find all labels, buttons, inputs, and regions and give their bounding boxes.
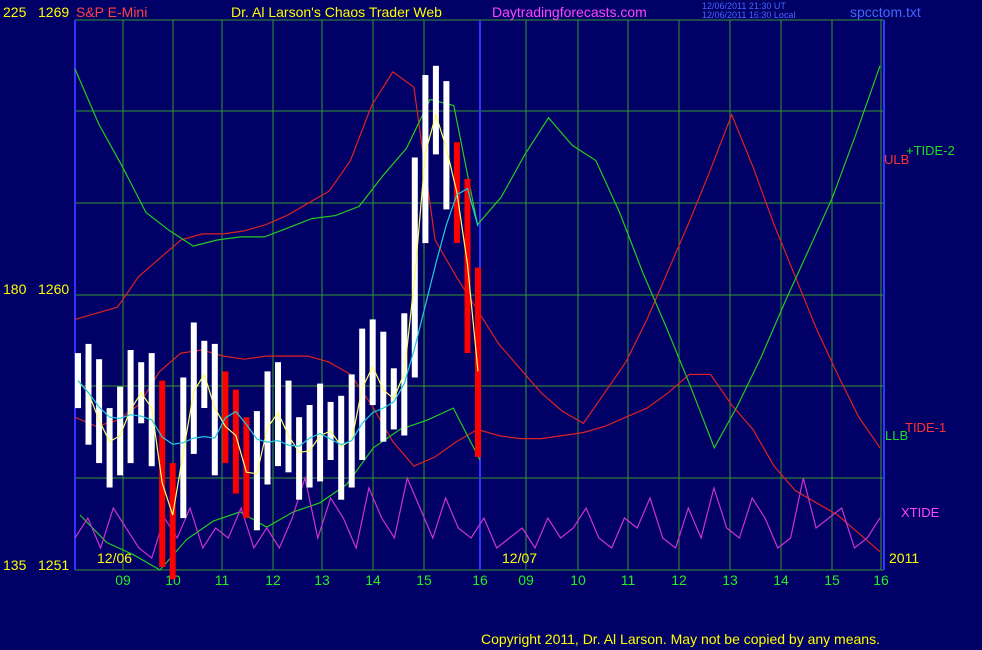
legend-llb: LLB [885,428,909,443]
left-scale-mid: 180 [3,281,27,297]
legend-tide1: TIDE-1 [905,420,947,435]
x-tick-label: 14 [773,572,789,588]
legend-xtide: XTIDE [901,505,940,520]
price-bar [211,343,218,476]
file-name: spcctom.txt [850,4,921,20]
x-tick-label: 11 [621,572,636,588]
price-bar [106,408,113,488]
x-tick-label: 16 [472,572,488,588]
xtide-line [74,475,881,560]
symbol-label: S&P E-Mini [76,4,148,20]
price-bar [296,417,303,500]
year-label: 2011 [889,550,920,566]
timestamp-local: 12/06/2011 16:30 Local [702,10,796,20]
x-tick-label: 09 [518,572,534,588]
price-bar [317,383,324,482]
x-tick-label: 12 [265,572,281,588]
price-bar [306,405,313,488]
price-bar [432,65,439,155]
price-bar [359,328,366,460]
chart-title: Dr. Al Larson's Chaos Trader Web [231,4,442,20]
price-bar [96,359,103,464]
price-bar [243,417,250,518]
x-tick-label: 10 [570,572,586,588]
left-scale-bottom: 135 [3,557,27,573]
date-left: 12/06 [97,550,133,566]
price-bar [275,362,281,467]
price-bar [159,380,166,567]
chart-canvas: 09 10 11 12 13 14 15 16 09 10 11 12 13 14 15 16 [74,19,889,588]
copyright-footer: Copyright 2011, Dr. Al Larson. May not b… [481,631,880,647]
x-tick-label: 16 [873,572,889,588]
price-bar [253,411,260,531]
left-scale-top: 225 [3,4,27,20]
price-bar [169,463,176,580]
legend-tide2: +TIDE-2 [906,143,955,158]
x-tick-label: 13 [314,572,330,588]
x-tick-label: 09 [115,572,131,588]
x-tick-label: 15 [416,572,432,588]
price-mid: 1260 [38,281,70,297]
price-bar [475,267,481,457]
legend-ulb: ULB [884,152,910,167]
x-tick-label: 12 [671,572,687,588]
x-tick-label: 11 [215,572,230,588]
price-bar [285,380,292,473]
price-bar [180,377,187,519]
site-link[interactable]: Daytradingforecasts.com [492,4,647,20]
date-right: 12/07 [502,550,538,566]
price-bar [369,319,376,405]
price-bar [338,395,345,500]
price-bottom: 1251 [38,557,70,573]
x-tick-label: 13 [722,572,738,588]
price-bar [380,331,387,442]
price-bar [443,81,450,210]
price-top: 1269 [38,4,70,20]
price-bar [411,157,418,378]
x-tick-label: 14 [365,572,381,588]
x-tick-label: 15 [824,572,840,588]
